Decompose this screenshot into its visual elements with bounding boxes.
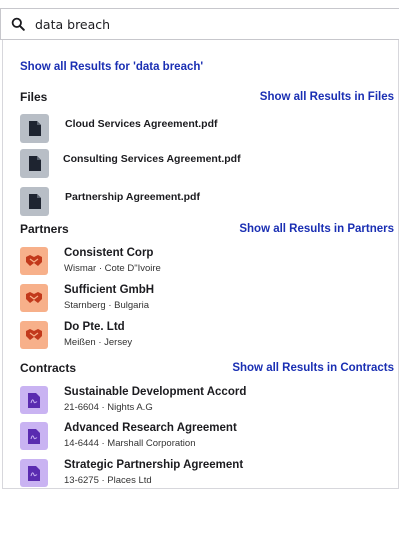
partner-result[interactable]: Do Pte. Ltd Meißen · Jersey xyxy=(20,321,394,349)
contracts-section-header: Contracts Show all Results in Contracts xyxy=(20,361,394,375)
file-result[interactable]: Cloud Services Agreement.pdf xyxy=(20,114,394,143)
handshake-icon xyxy=(20,284,48,312)
show-all-files-link[interactable]: Show all Results in Files xyxy=(260,91,394,103)
partner-result[interactable]: Sufficient GmbH Starnberg · Bulgaria xyxy=(20,284,394,312)
show-all-partners-link[interactable]: Show all Results in Partners xyxy=(239,223,394,235)
file-name: Partnership Agreement.pdf xyxy=(65,191,200,203)
search-input[interactable]: data breach xyxy=(35,17,110,32)
document-icon xyxy=(20,187,49,216)
document-icon xyxy=(20,149,49,178)
contract-name: Sustainable Development Accord xyxy=(64,386,247,398)
document-icon xyxy=(20,114,49,143)
partner-location: Starnberg · Bulgaria xyxy=(64,300,150,311)
contract-result[interactable]: Advanced Research Agreement 14-6444 · Ma… xyxy=(20,422,394,450)
file-result[interactable]: Consulting Services Agreement.pdf xyxy=(20,149,394,178)
file-result[interactable]: Partnership Agreement.pdf xyxy=(20,187,394,216)
file-name: Consulting Services Agreement.pdf xyxy=(63,153,241,165)
contract-name: Strategic Partnership Agreement xyxy=(64,459,244,471)
show-all-contracts-link[interactable]: Show all Results in Contracts xyxy=(232,362,394,374)
contract-detail: 13-6275 · Places Ltd xyxy=(64,475,152,486)
partner-name: Consistent Corp xyxy=(64,247,154,259)
contract-document-icon xyxy=(20,386,48,414)
contract-detail: 14-6444 · Marshall Corporation xyxy=(64,438,196,449)
partner-name: Sufficient GmbH xyxy=(64,284,155,296)
contract-document-icon xyxy=(20,459,48,487)
partner-location: Meißen · Jersey xyxy=(64,337,133,348)
file-name: Cloud Services Agreement.pdf xyxy=(65,118,218,130)
handshake-icon xyxy=(20,247,48,275)
contract-name: Advanced Research Agreement xyxy=(64,422,237,434)
partners-section-title: Partners xyxy=(20,222,69,236)
files-section-title: Files xyxy=(20,90,48,104)
files-section-header: Files Show all Results in Files xyxy=(20,90,394,104)
contract-detail: 21-6604 · Nights A.G xyxy=(64,402,153,413)
partner-name: Do Pte. Ltd xyxy=(64,321,125,333)
partner-result[interactable]: Consistent Corp Wismar · Cote D"Ivoire xyxy=(20,247,394,275)
show-all-results-link[interactable]: Show all Results for 'data breach' xyxy=(20,61,203,73)
contract-result[interactable]: Strategic Partnership Agreement 13-6275 … xyxy=(20,459,394,487)
partners-section-header: Partners Show all Results in Partners xyxy=(20,222,394,236)
search-bar[interactable]: data breach xyxy=(0,8,399,40)
partner-location: Wismar · Cote D"Ivoire xyxy=(64,263,161,274)
contract-result[interactable]: Sustainable Development Accord 21-6604 ·… xyxy=(20,386,394,414)
contract-document-icon xyxy=(20,422,48,450)
search-icon xyxy=(11,17,25,31)
contracts-section-title: Contracts xyxy=(20,361,77,375)
handshake-icon xyxy=(20,321,48,349)
